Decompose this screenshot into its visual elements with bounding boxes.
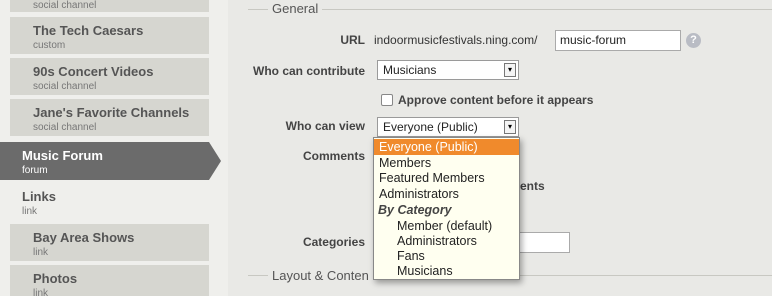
sidebar-item-kind: link — [22, 206, 38, 217]
approve-content-label: Approve content before it appears — [398, 93, 594, 107]
sidebar-item-kind: social channel — [33, 122, 97, 133]
sidebar-item-partial[interactable]: social channel — [10, 0, 209, 14]
contribute-select-value: Musicians — [383, 63, 437, 77]
sidebar-item-kind: link — [33, 288, 49, 296]
sidebar-item-90s-concert-videos[interactable]: 90s Concert Videos social channel — [10, 58, 209, 97]
url-label: URL — [340, 33, 365, 47]
sidebar-item-janes-favorite-channels[interactable]: Jane's Favorite Channels social channel — [10, 99, 209, 138]
comments-option-partial: ents — [520, 179, 545, 193]
view-label: Who can view — [285, 119, 365, 133]
general-legend: General — [268, 1, 323, 16]
sidebar-item-title: 90s Concert Videos — [33, 64, 154, 79]
dropdown-group-by-category: By Category — [378, 203, 452, 217]
dropdown-option-member-default[interactable]: Member (default) — [397, 218, 492, 234]
dropdown-option-featured-members[interactable]: Featured Members — [379, 170, 485, 186]
sidebar-item-kind: custom — [33, 40, 66, 51]
contribute-label: Who can contribute — [253, 64, 365, 78]
sidebar-item-photos[interactable]: Photos link — [10, 265, 209, 296]
view-select-value: Everyone (Public) — [383, 120, 478, 134]
dropdown-option-members[interactable]: Members — [379, 155, 431, 171]
sidebar-item-tech-caesars[interactable]: The Tech Caesars custom — [10, 17, 209, 56]
sidebar-item-title: Music Forum — [22, 148, 103, 163]
layout-legend: Layout & Conten — [268, 268, 373, 283]
sidebar-item-title: Links — [22, 189, 56, 204]
general-fieldset-border — [248, 9, 772, 10]
sidebar-item-kind: social channel — [33, 0, 97, 11]
dropdown-option-category-administrators[interactable]: Administrators — [397, 233, 477, 249]
dropdown-option-fans[interactable]: Fans — [397, 248, 425, 264]
url-slug-input[interactable]: music-forum — [555, 30, 681, 51]
sidebar-item-kind: forum — [22, 165, 48, 176]
sidebar-item-music-forum[interactable]: Music Forum forum — [0, 142, 209, 180]
dropdown-option-musicians[interactable]: Musicians — [397, 263, 453, 279]
sidebar-item-title: The Tech Caesars — [33, 23, 144, 38]
sidebar-item-title: Photos — [33, 271, 78, 286]
view-dropdown-list: Everyone (Public) Members Featured Membe… — [373, 137, 520, 280]
help-icon[interactable]: ? — [686, 33, 701, 48]
sidebar: social channel The Tech Caesars custom 9… — [0, 0, 222, 296]
sidebar-item-kind: social channel — [33, 81, 97, 92]
dropdown-option-everyone[interactable]: Everyone (Public) — [374, 139, 519, 155]
comments-label: Comments — [302, 149, 365, 163]
sidebar-item-title: Jane's Favorite Channels — [33, 105, 190, 120]
dropdown-option-administrators[interactable]: Administrators — [379, 186, 459, 202]
url-prefix: indoormusicfestivals.ning.com/ — [374, 33, 538, 47]
approve-content-checkbox[interactable] — [381, 94, 393, 106]
sidebar-item-title: Bay Area Shows — [33, 230, 135, 245]
sidebar-item-bay-area-shows[interactable]: Bay Area Shows link — [10, 224, 209, 263]
view-select[interactable]: Everyone (Public) ▾ — [377, 117, 519, 137]
sidebar-item-kind: link — [33, 247, 49, 258]
chevron-down-icon: ▾ — [504, 63, 516, 77]
sidebar-item-links[interactable]: Links link — [0, 183, 209, 222]
active-item-pointer — [209, 142, 221, 180]
chevron-down-icon: ▾ — [504, 120, 516, 134]
categories-label: Categories — [302, 235, 365, 249]
contribute-select[interactable]: Musicians ▾ — [377, 60, 519, 80]
